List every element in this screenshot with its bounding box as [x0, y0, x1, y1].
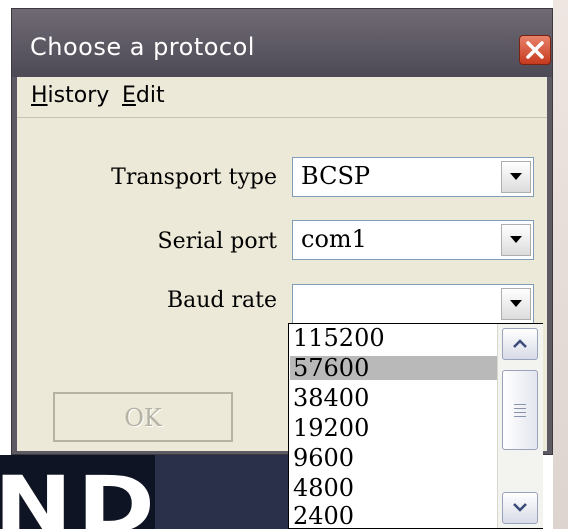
transport-type-select[interactable]: BCSP	[292, 157, 534, 197]
ok-button[interactable]: OK	[53, 392, 233, 442]
chevron-up-icon	[513, 339, 527, 348]
chevron-down-icon	[510, 236, 522, 243]
transport-type-label: Transport type	[111, 165, 277, 190]
chevron-down-icon	[510, 173, 522, 180]
menu-history[interactable]: History	[31, 83, 109, 108]
scroll-down-button[interactable]	[502, 492, 538, 524]
close-button[interactable]	[519, 35, 551, 65]
serial-port-dropdown-button[interactable]	[501, 224, 531, 256]
close-icon	[526, 41, 544, 59]
serial-port-label: Serial port	[157, 229, 277, 254]
baud-rate-options-list[interactable]: 115200 57600 38400 19200 9600 4800 2400	[288, 323, 543, 529]
chevron-down-icon	[513, 503, 527, 512]
background-logo: ND	[0, 461, 160, 529]
baud-option-9600[interactable]: 9600	[290, 446, 497, 470]
scroll-thumb[interactable]	[502, 370, 538, 450]
serial-port-select[interactable]: com1	[292, 220, 534, 260]
baud-option-2400[interactable]: 2400	[290, 504, 497, 528]
serial-port-value: com1	[301, 225, 367, 253]
options-scrollbar[interactable]	[497, 324, 543, 528]
menu-edit[interactable]: Edit	[122, 83, 165, 108]
title-bar[interactable]: Choose a protocol	[12, 9, 552, 77]
baud-option-38400[interactable]: 38400	[290, 386, 497, 410]
baud-rate-select[interactable]	[292, 284, 534, 324]
background-desktop-image: ND	[0, 455, 290, 529]
ok-button-label: OK	[124, 404, 162, 432]
baud-rate-label: Baud rate	[166, 288, 277, 313]
background-desktop-right	[553, 0, 568, 529]
transport-type-dropdown-button[interactable]	[501, 161, 531, 193]
menu-bar: History Edit	[17, 77, 547, 118]
baud-option-115200[interactable]: 115200	[290, 326, 497, 350]
baud-option-19200[interactable]: 19200	[290, 416, 497, 440]
window-title: Choose a protocol	[30, 33, 255, 61]
baud-option-57600[interactable]: 57600	[290, 356, 497, 380]
chevron-down-icon	[510, 300, 522, 307]
scroll-up-button[interactable]	[502, 328, 538, 360]
baud-rate-dropdown-button[interactable]	[501, 288, 531, 320]
transport-type-value: BCSP	[301, 162, 371, 190]
baud-option-4800[interactable]: 4800	[290, 476, 497, 500]
